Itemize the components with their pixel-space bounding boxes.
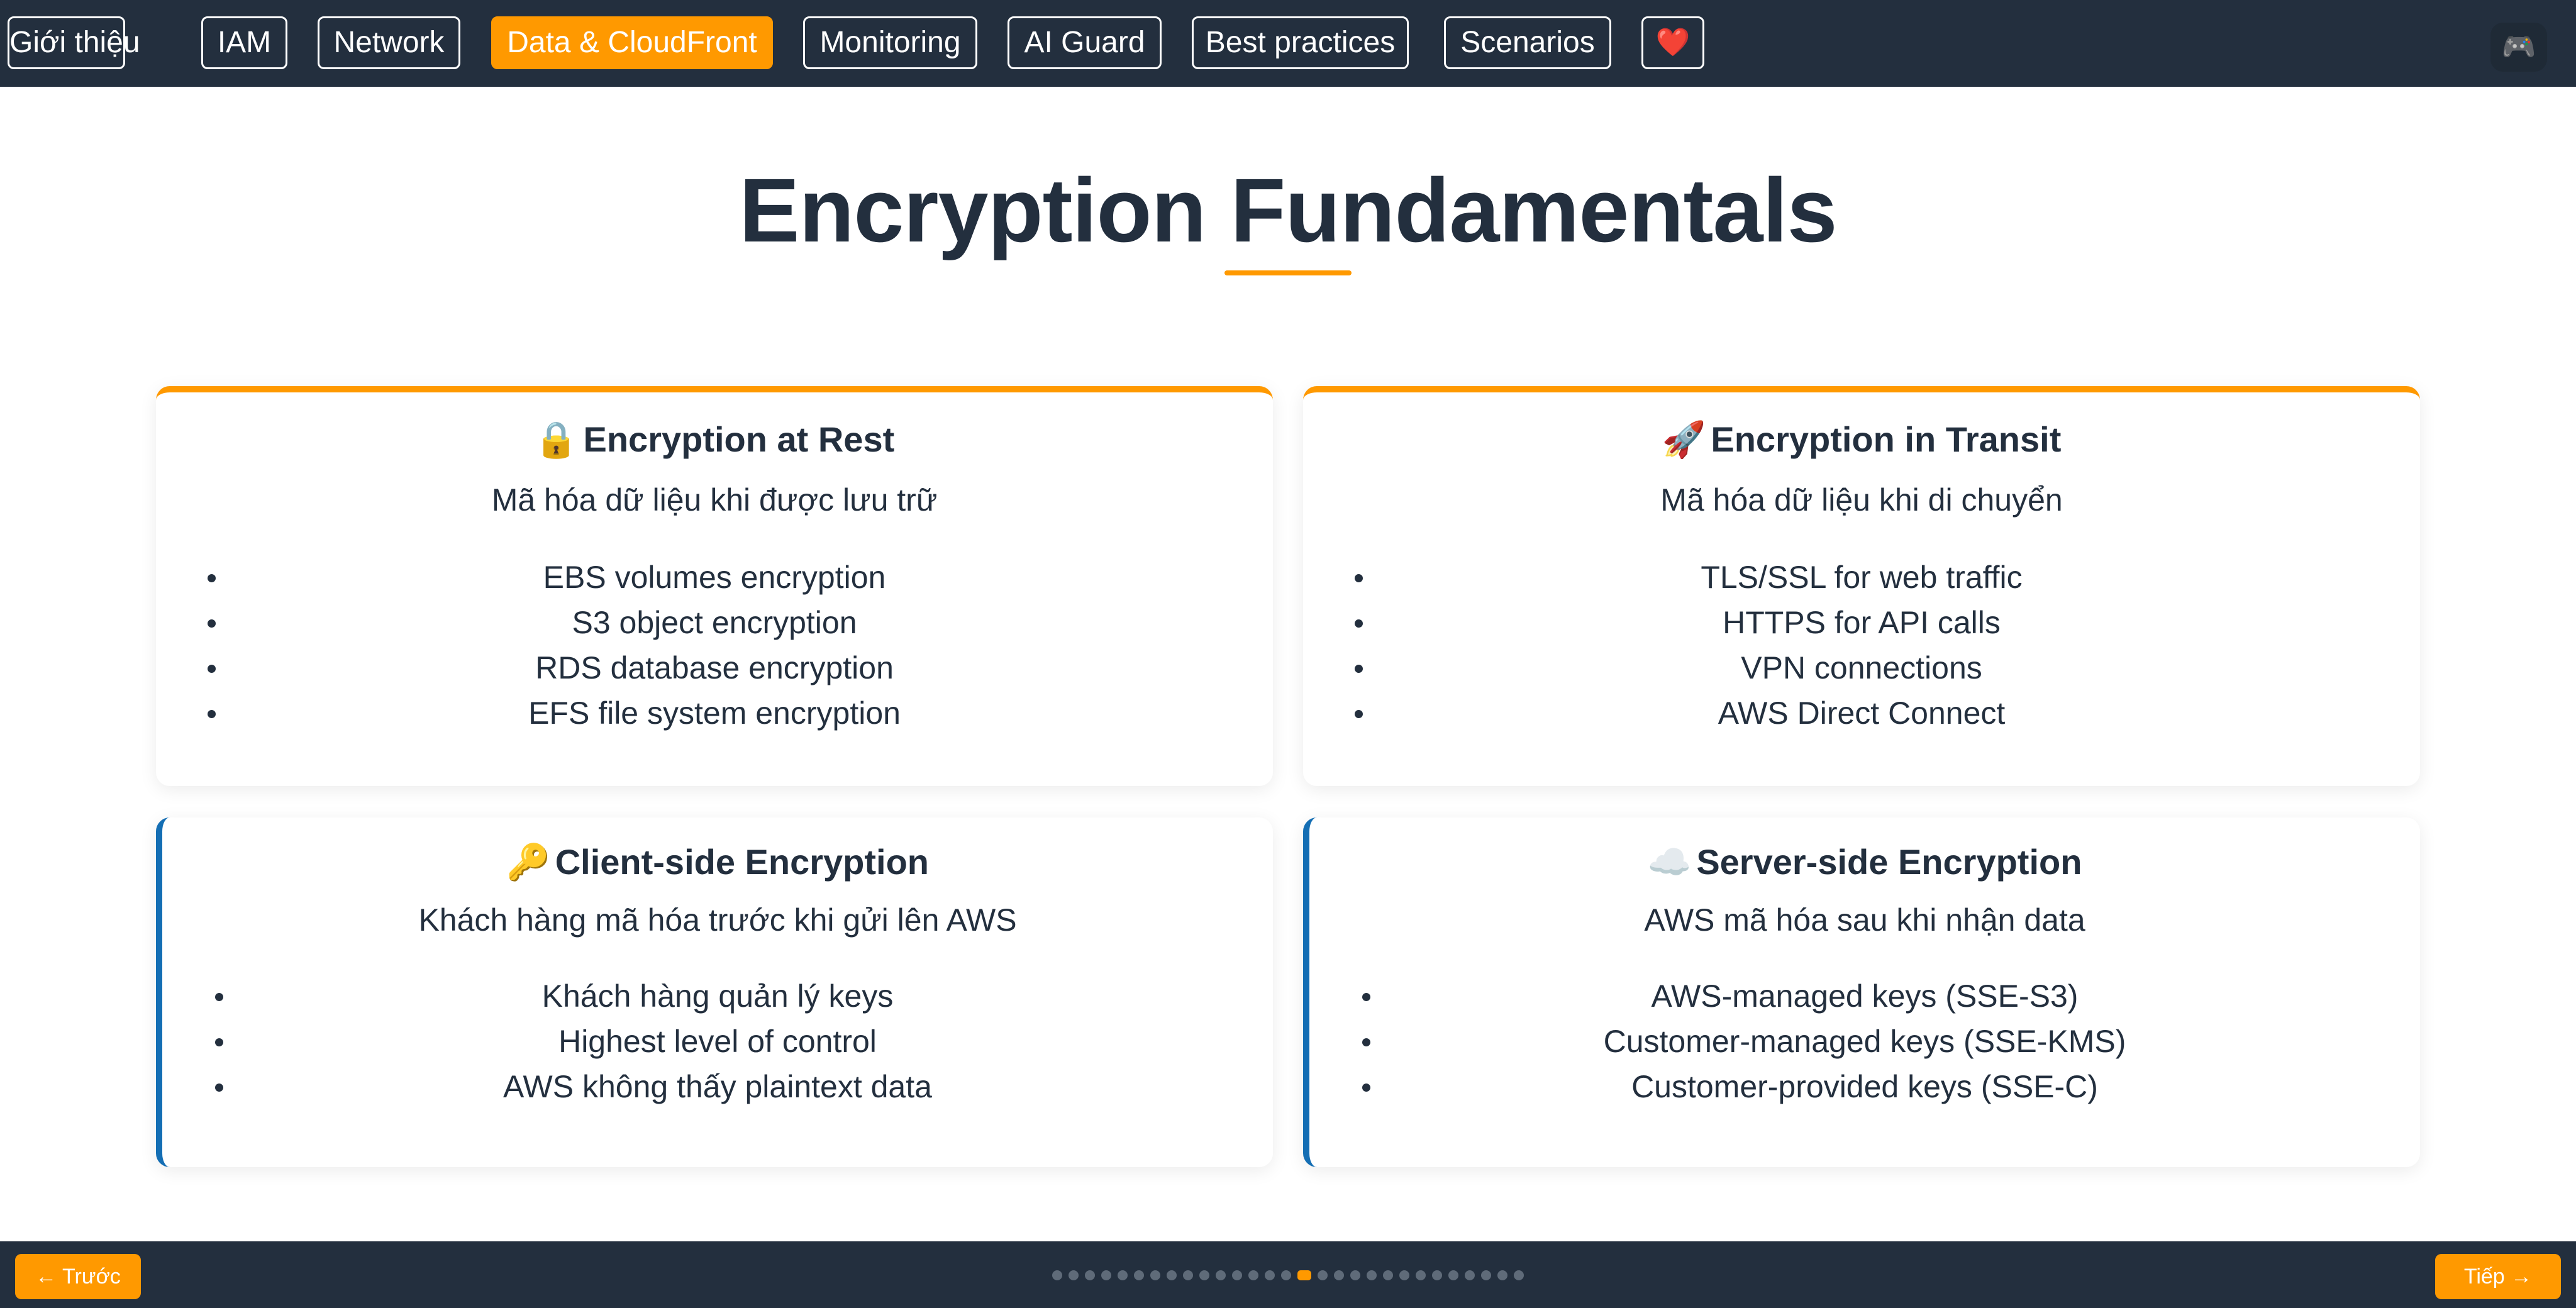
pagination-dot[interactable] [1052, 1270, 1062, 1280]
list-item: AWS-managed keys (SSE-S3) [1309, 973, 2420, 1019]
nav-tab-monitoring[interactable]: Monitoring [803, 16, 977, 69]
pagination-dot[interactable] [1167, 1270, 1177, 1280]
card-title: 🚀 Encryption in Transit [1662, 419, 2062, 459]
list-item: TLS/SSL for web traffic [1303, 555, 2420, 600]
card-subtitle: Khách hàng mã hóa trước khi gửi lên AWS [418, 902, 1017, 938]
pagination-dot[interactable] [1318, 1270, 1328, 1280]
pagination-dot[interactable] [1216, 1270, 1226, 1280]
pagination-dot[interactable] [1069, 1270, 1079, 1280]
gamepad-icon[interactable]: 🎮 [2490, 23, 2547, 72]
nav-tab-network[interactable]: Network [318, 16, 460, 69]
pagination-dot[interactable] [1383, 1270, 1393, 1280]
card-subtitle: Mã hóa dữ liệu khi di chuyển [1660, 482, 2063, 518]
list-item: HTTPS for API calls [1303, 600, 2420, 645]
pagination-dot[interactable] [1085, 1270, 1095, 1280]
list-item: Khách hàng quản lý keys [162, 973, 1273, 1019]
pagination-dot[interactable] [1183, 1270, 1193, 1280]
pagination-dot[interactable] [1448, 1270, 1458, 1280]
key-icon: 🔑 [506, 842, 550, 882]
pagination-dot[interactable] [1514, 1270, 1524, 1280]
pagination-dot[interactable] [1297, 1270, 1311, 1280]
pagination-dot[interactable] [1416, 1270, 1426, 1280]
pagination-dot[interactable] [1265, 1270, 1275, 1280]
nav-tab-data-cloudfront[interactable]: Data & CloudFront [491, 16, 773, 69]
slide-pagination-dots [0, 1270, 2576, 1283]
list-item: EBS volumes encryption [156, 555, 1273, 600]
card-list: Khách hàng quản lý keys Highest level of… [162, 973, 1273, 1109]
pagination-dot[interactable] [1118, 1270, 1128, 1280]
card-title: ☁️ Server-side Encryption [1647, 842, 2082, 882]
card-subtitle: Mã hóa dữ liệu khi được lưu trữ [491, 482, 938, 518]
heart-icon[interactable]: ❤️ [1641, 16, 1704, 69]
card-encryption-at-rest: 🔒 Encryption at Rest Mã hóa dữ liệu khi đ… [156, 386, 1273, 786]
card-list: TLS/SSL for web traffic HTTPS for API ca… [1303, 555, 2420, 736]
card-server-side-encryption: ☁️ Server-side Encryption AWS mã hóa sau … [1303, 818, 2420, 1167]
card-subtitle: AWS mã hóa sau khi nhận data [1644, 902, 2085, 938]
pagination-dot[interactable] [1334, 1270, 1344, 1280]
nav-tab-ai-guard[interactable]: AI Guard [1008, 16, 1162, 69]
card-list: EBS volumes encryption S3 object encrypt… [156, 555, 1273, 736]
card-encryption-in-transit: 🚀 Encryption in Transit Mã hóa dữ liệu kh… [1303, 386, 2420, 786]
cloud-icon: ☁️ [1647, 842, 1692, 882]
card-title: 🔒 Encryption at Rest [534, 419, 895, 459]
pagination-dot[interactable] [1281, 1270, 1291, 1280]
nav-tab-gioi-thieu[interactable]: Giới thiệu [8, 16, 140, 69]
pagination-dot[interactable] [1199, 1270, 1209, 1280]
list-item: VPN connections [1303, 645, 2420, 690]
lock-icon: 🔒 [534, 419, 579, 459]
list-item: S3 object encryption [156, 600, 1273, 645]
list-item: Customer-provided keys (SSE-C) [1309, 1064, 2420, 1109]
page-title: Encryption Fundamentals [739, 160, 1837, 261]
nav-tab-scenarios[interactable]: Scenarios [1444, 16, 1611, 69]
list-item: AWS không thấy plaintext data [162, 1064, 1273, 1109]
card-client-side-encryption: 🔑 Client-side Encryption Khách hàng mã hó… [156, 818, 1273, 1167]
list-item: AWS Direct Connect [1303, 690, 2420, 736]
top-nav: Giới thiệu IAM Network Data & CloudFront… [0, 0, 2576, 87]
pagination-dot[interactable] [1497, 1270, 1507, 1280]
pagination-dot[interactable] [1432, 1270, 1442, 1280]
pagination-dot[interactable] [1367, 1270, 1377, 1280]
pagination-dot[interactable] [1399, 1270, 1409, 1280]
list-item: EFS file system encryption [156, 690, 1273, 736]
list-item: RDS database encryption [156, 645, 1273, 690]
pagination-dot[interactable] [1350, 1270, 1360, 1280]
pagination-dot[interactable] [1232, 1270, 1242, 1280]
pagination-dot[interactable] [1465, 1270, 1475, 1280]
pagination-dot[interactable] [1101, 1270, 1111, 1280]
card-title: 🔑 Client-side Encryption [506, 842, 930, 882]
list-item: Customer-managed keys (SSE-KMS) [1309, 1019, 2420, 1064]
pagination-dot[interactable] [1134, 1270, 1144, 1280]
title-underline [1224, 270, 1352, 275]
pagination-dot[interactable] [1248, 1270, 1258, 1280]
nav-tab-iam[interactable]: IAM [201, 16, 287, 69]
pagination-dot[interactable] [1481, 1270, 1491, 1280]
list-item: Highest level of control [162, 1019, 1273, 1064]
rocket-icon: 🚀 [1662, 419, 1706, 459]
card-list: AWS-managed keys (SSE-S3) Customer-manag… [1309, 973, 2420, 1109]
pagination-dot[interactable] [1150, 1270, 1160, 1280]
nav-tab-best-practices[interactable]: Best practices [1192, 16, 1409, 69]
